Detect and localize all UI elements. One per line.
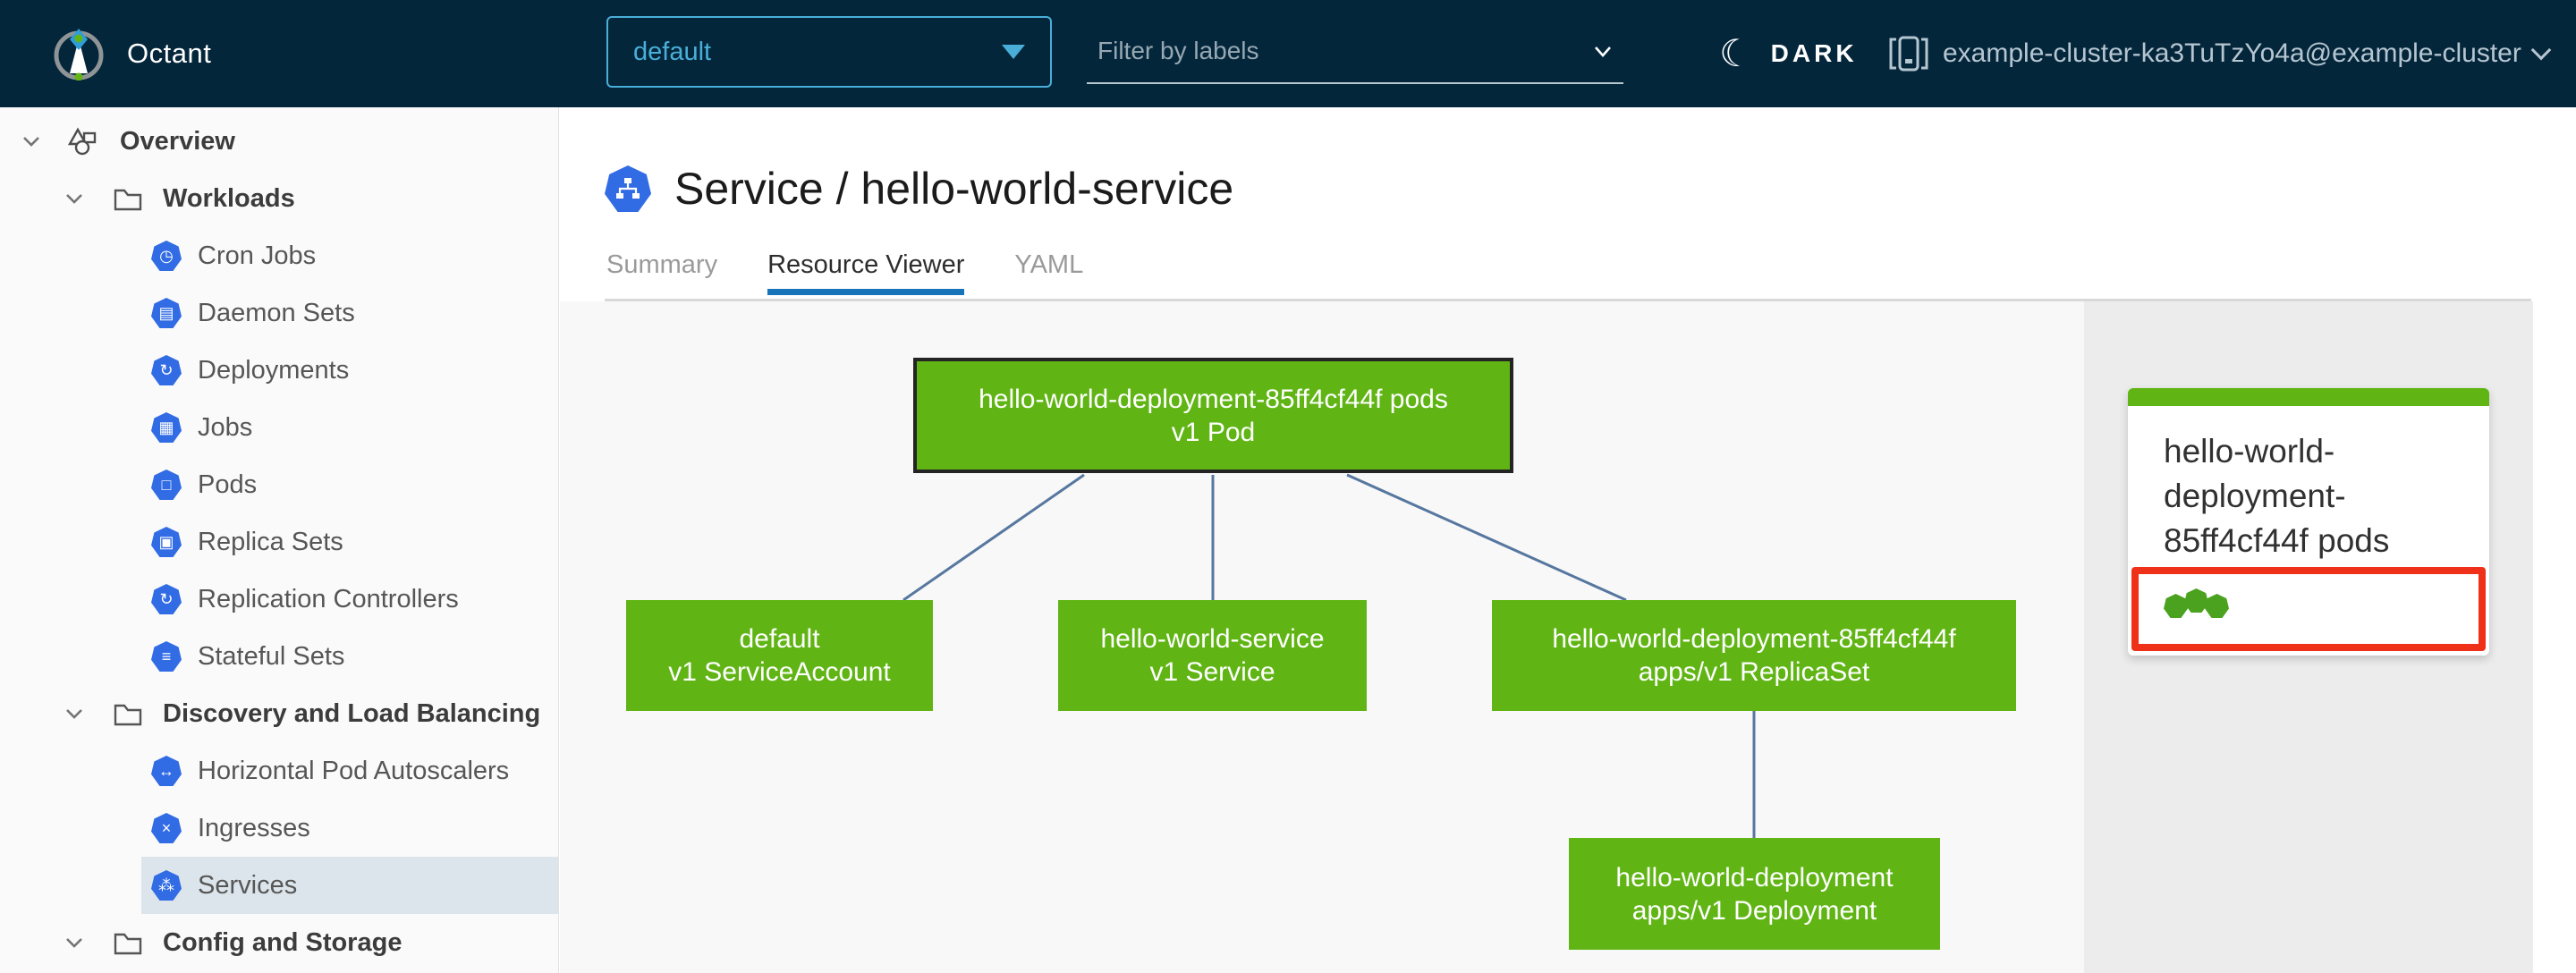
- node-kind: v1 Service: [1149, 657, 1275, 687]
- sidebar-item-replica-sets[interactable]: ▣ Replica Sets: [0, 513, 558, 571]
- context-selector[interactable]: example-cluster-ka3TuTzYo4a@example-clus…: [1889, 21, 2552, 86]
- sidebar-item-label: Horizontal Pod Autoscalers: [198, 756, 510, 785]
- sidebar-item-label: Discovery and Load Balancing: [163, 698, 541, 728]
- folder-icon: [114, 704, 142, 726]
- sidebar-item-label: Jobs: [198, 412, 253, 442]
- sidebar-item-label: Replication Controllers: [198, 584, 459, 613]
- graph-node-replicaset[interactable]: hello-world-deployment-85ff4cf44f apps/v…: [1492, 600, 2016, 711]
- namespace-value: default: [633, 37, 712, 66]
- filter-by-labels-input[interactable]: [1087, 37, 1552, 65]
- node-kind: apps/v1 Deployment: [1631, 895, 1877, 926]
- app-title: Octant: [127, 38, 212, 69]
- page-header: Service / hello-world-service: [605, 163, 1233, 215]
- pod-status-dot[interactable]: [2184, 588, 2208, 613]
- sidebar-nav: Overview Workloads ◷ Cron Jobs ▤ Daemon …: [0, 107, 559, 973]
- node-name: hello-world-deployment-85ff4cf44f: [1552, 624, 1956, 654]
- theme-toggle[interactable]: ☾ DARK: [1719, 21, 1858, 86]
- node-kind: v1 Pod: [1171, 417, 1256, 447]
- sidebar-item-label: Ingresses: [198, 813, 310, 842]
- ingresses-icon: ×: [151, 813, 182, 843]
- graph-node-service[interactable]: hello-world-service v1 Service: [1058, 600, 1367, 711]
- deployments-icon: ↻: [151, 355, 182, 385]
- resource-viewer-graph: hello-world-deployment-85ff4cf44f pods v…: [560, 301, 2084, 973]
- sidebar-item-services[interactable]: ⁂ Services: [141, 857, 558, 914]
- sidebar-item-label: Config and Storage: [163, 927, 402, 957]
- sidebar-item-jobs[interactable]: ▦ Jobs: [0, 399, 558, 456]
- pod-status-dot[interactable]: [2205, 594, 2229, 618]
- sidebar-item-label: Replica Sets: [198, 527, 343, 556]
- graph-node-pod[interactable]: hello-world-deployment-85ff4cf44f pods v…: [913, 358, 1513, 473]
- node-kind: v1 ServiceAccount: [668, 657, 891, 687]
- sidebar-item-label: Services: [198, 870, 298, 900]
- sidebar-item-label: Workloads: [163, 183, 295, 213]
- services-icon: ⁂: [151, 870, 182, 901]
- daemon-sets-icon: ▤: [151, 298, 182, 328]
- sidebar-item-ingresses[interactable]: × Ingresses: [0, 800, 558, 857]
- chevron-down-icon[interactable]: [18, 128, 45, 155]
- selected-object-title: hello-world-deployment-85ff4cf44f pods: [2164, 433, 2390, 559]
- folder-icon: [114, 189, 142, 211]
- sidebar-item-label: Pods: [198, 470, 258, 499]
- node-kind: apps/v1 ReplicaSet: [1638, 657, 1870, 687]
- sidebar-item-stateful-sets[interactable]: ≡ Stateful Sets: [0, 628, 558, 685]
- filter-by-labels-field: [1087, 20, 1623, 84]
- jobs-icon: ▦: [151, 412, 182, 443]
- sidebar-item-workloads[interactable]: Workloads: [0, 170, 558, 227]
- objects-icon: [68, 127, 97, 156]
- selection-panel: hello-world-deployment-85ff4cf44f pods: [2084, 301, 2533, 973]
- sidebar-item-label: Stateful Sets: [198, 641, 345, 671]
- pod-status-dot[interactable]: [2164, 594, 2188, 618]
- page-title: Service / hello-world-service: [674, 164, 1234, 214]
- status-bar-green: [2128, 388, 2489, 406]
- theme-toggle-label: DARK: [1770, 39, 1858, 67]
- pods-icon: □: [151, 470, 182, 500]
- sidebar-item-discovery-and-load-balancing[interactable]: Discovery and Load Balancing: [0, 685, 558, 742]
- service-icon: [605, 165, 651, 212]
- sidebar-item-daemon-sets[interactable]: ▤ Daemon Sets: [0, 284, 558, 342]
- node-name: hello-world-service: [1100, 624, 1325, 654]
- sidebar-item-horizontal-pod-autoscalers[interactable]: ↔ Horizontal Pod Autoscalers: [0, 742, 558, 800]
- brand: Octant: [52, 27, 211, 80]
- tab-summary[interactable]: Summary: [606, 252, 717, 295]
- octant-logo: [54, 29, 104, 80]
- chevron-down-icon: [2530, 39, 2552, 61]
- moon-icon: ☾: [1719, 32, 1753, 74]
- chevron-down-icon[interactable]: [61, 700, 88, 727]
- context-label: example-cluster-ka3TuTzYo4a@example-clus…: [1943, 38, 2521, 68]
- folder-icon: [114, 933, 142, 955]
- selected-object-card[interactable]: hello-world-deployment-85ff4cf44f pods: [2128, 388, 2489, 656]
- pod-status-section-highlighted[interactable]: [2131, 567, 2486, 651]
- tab-yaml[interactable]: YAML: [1014, 252, 1083, 295]
- cluster-icon: [1889, 36, 1928, 72]
- namespace-dropdown[interactable]: default: [606, 16, 1052, 88]
- app-header: Octant default ☾ DARK example-cluster-ka…: [0, 0, 2576, 107]
- sidebar-item-overview[interactable]: Overview: [0, 113, 558, 170]
- sidebar-item-replication-controllers[interactable]: ↻ Replication Controllers: [0, 571, 558, 628]
- graph-node-deployment[interactable]: hello-world-deployment apps/v1 Deploymen…: [1569, 838, 1940, 950]
- graph-node-serviceaccount[interactable]: default v1 ServiceAccount: [626, 600, 933, 711]
- sidebar-item-label: Daemon Sets: [198, 298, 355, 327]
- sidebar-item-label: Cron Jobs: [198, 241, 317, 270]
- replication-controllers-icon: ↻: [151, 584, 182, 614]
- chevron-down-icon[interactable]: [61, 185, 88, 212]
- sidebar-item-config-and-storage[interactable]: Config and Storage: [0, 914, 558, 971]
- stateful-sets-icon: ≡: [151, 641, 182, 672]
- horizontal-pod-autoscalers-icon: ↔: [151, 756, 182, 786]
- tab-bar: Summary Resource Viewer YAML: [606, 252, 1083, 295]
- replica-sets-icon: ▣: [151, 527, 182, 557]
- sidebar-item-label: Overview: [120, 126, 235, 156]
- sidebar-item-deployments[interactable]: ↻ Deployments: [0, 342, 558, 399]
- node-name: hello-world-deployment: [1615, 862, 1894, 893]
- sidebar-item-label: Deployments: [198, 355, 350, 385]
- dropdown-caret-icon: [1002, 45, 1025, 59]
- node-name: default: [739, 624, 820, 654]
- chevron-down-icon[interactable]: [1588, 36, 1618, 66]
- sidebar-item-cron-jobs[interactable]: ◷ Cron Jobs: [0, 227, 558, 284]
- node-name: hello-world-deployment-85ff4cf44f pods: [979, 384, 1448, 414]
- tab-resource-viewer[interactable]: Resource Viewer: [767, 252, 965, 295]
- chevron-down-icon[interactable]: [61, 929, 88, 956]
- sidebar-item-pods[interactable]: □ Pods: [0, 456, 558, 513]
- cron-jobs-icon: ◷: [151, 241, 182, 271]
